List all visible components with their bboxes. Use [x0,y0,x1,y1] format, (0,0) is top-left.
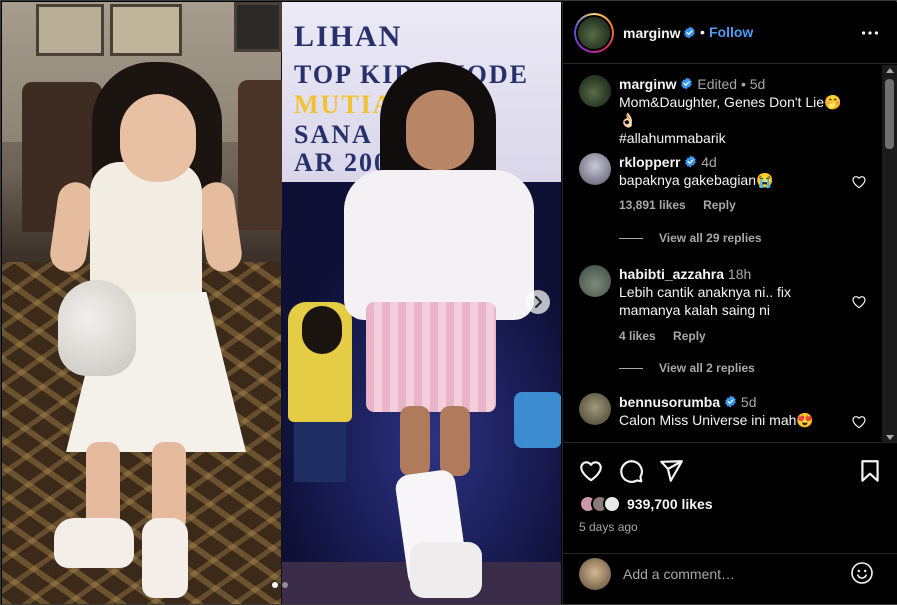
comment-input[interactable] [623,562,843,586]
commenter-avatar[interactable] [579,393,611,425]
banner-line: MUTIA [294,90,394,119]
caption-username[interactable]: marginw [619,76,677,92]
comment-text: Calon Miss Universe ini mah😍 [619,412,814,428]
likes-count[interactable]: 939,700 likes [627,496,713,512]
commenter-username[interactable]: bennusorumba [619,394,720,410]
add-comment-bar [563,555,897,604]
caption-author-avatar[interactable] [579,75,611,107]
comments-list[interactable]: marginw Edited • 5d Mom&Daughter, Genes … [563,65,897,443]
comment-text: Lebih cantik anaknya ni.. fix mamanya ka… [619,284,791,318]
banner-line: SANA [294,120,373,149]
verified-badge-icon [681,77,693,90]
post-header: marginw • Follow [563,2,897,64]
caption-hashtag[interactable]: #allahummabarik [619,129,851,147]
verified-badge-icon [685,155,697,168]
comment-like-count[interactable]: 13,891 likes [619,198,686,212]
post-media[interactable]: LIHAN TOP KIDS MODE MUTIA SANA AR 200 [2,2,561,604]
reply-button[interactable]: Reply [703,198,736,212]
comment-like-count[interactable]: 4 likes [619,329,656,343]
commenter-username[interactable]: habibti_azzahra [619,266,724,282]
heart-icon[interactable] [851,294,867,310]
comment-age: 18h [727,266,752,282]
scrollbar-thumb[interactable] [885,79,894,149]
likes-summary[interactable]: 939,700 likes [579,492,713,516]
caption-age: 5d [749,76,766,92]
commenter-avatar[interactable] [579,153,611,185]
comment-age: 4d [701,154,717,170]
commenter-avatar[interactable] [579,265,611,297]
caption-text: Mom&Daughter, Genes Don't Lie🤭👌🏻 [619,94,842,128]
commenter-username[interactable]: rklopperr [619,154,680,170]
reply-button[interactable]: Reply [673,329,706,343]
post-timestamp[interactable]: 5 days ago [579,520,638,534]
post-side-panel: marginw • Follow marginw Edited • 5d Mom… [562,2,897,604]
banner-line: LIHAN [294,20,403,53]
comment-icon[interactable] [618,458,644,484]
carousel-indicator [272,582,288,588]
liker-avatar [603,495,621,513]
bookmark-icon[interactable] [857,458,883,484]
view-replies-button[interactable]: View all 29 replies [619,231,762,245]
post-actions: 939,700 likes 5 days ago [563,444,897,554]
heart-icon[interactable] [578,458,604,484]
carousel-dot-active [272,582,278,588]
chevron-right-icon [535,296,542,308]
comment-age: 5d [740,394,757,410]
caption-edited-label: Edited • [697,76,746,92]
next-slide-button[interactable] [526,290,550,314]
more-options-icon[interactable] [859,22,881,44]
comments-scrollbar[interactable] [882,65,897,443]
share-icon[interactable] [658,458,684,484]
verified-badge-icon [725,395,736,408]
comment-text: bapaknya gakebagian😭 [619,172,774,188]
scroll-down-arrow-icon[interactable] [886,435,894,440]
view-replies-button[interactable]: View all 2 replies [619,361,755,375]
scroll-up-arrow-icon[interactable] [886,68,894,73]
verified-badge-icon [684,26,695,39]
author-avatar[interactable] [574,13,614,53]
photo-girl-white-outfit [2,2,282,604]
photo-girl-stage-vintage: LIHAN TOP KIDS MODE MUTIA SANA AR 200 [282,2,561,604]
heart-icon[interactable] [851,414,867,430]
author-username[interactable]: marginw [623,25,681,41]
post-dialog: LIHAN TOP KIDS MODE MUTIA SANA AR 200 ma… [0,0,897,605]
separator-dot: • [700,24,705,40]
heart-icon[interactable] [851,174,867,190]
current-user-avatar [579,558,611,590]
follow-button[interactable]: Follow [709,24,753,40]
carousel-dot [282,582,288,588]
emoji-icon[interactable] [850,561,874,585]
